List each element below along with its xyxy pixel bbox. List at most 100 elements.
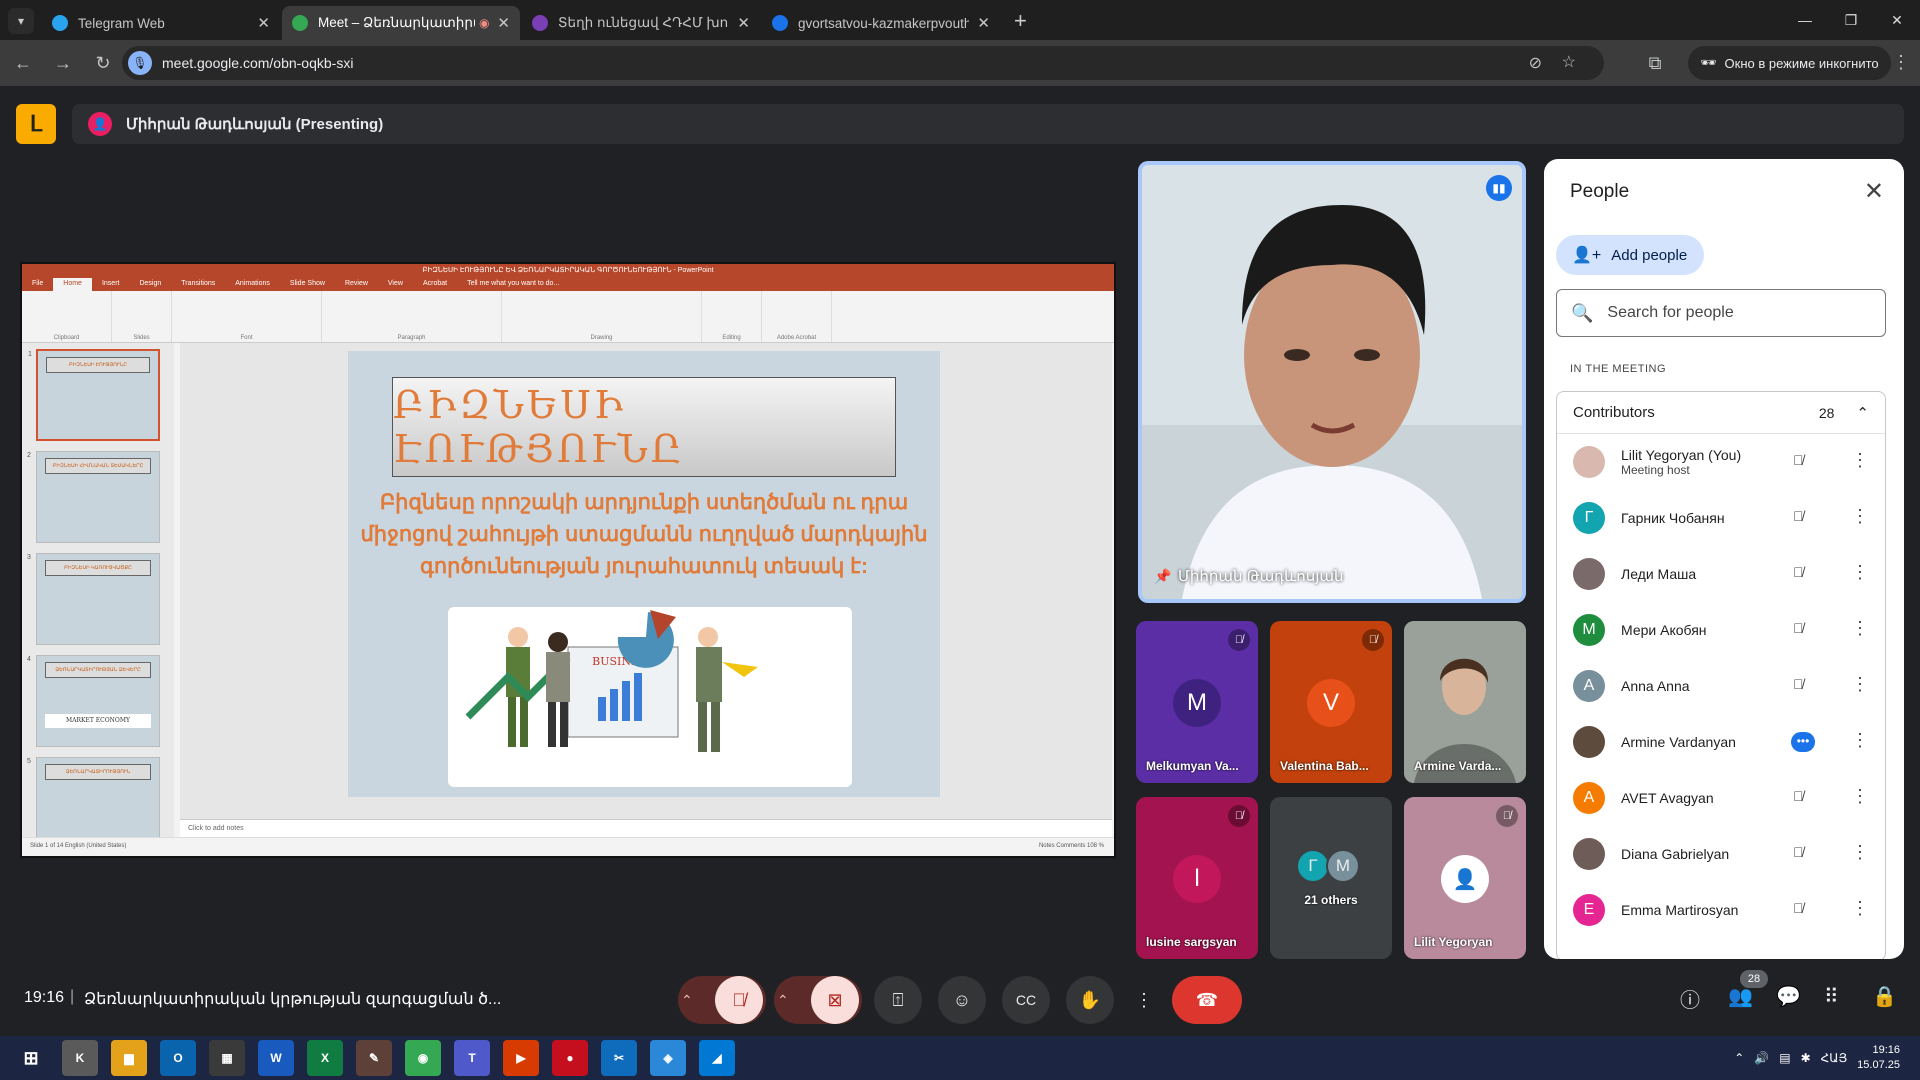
activities-icon[interactable]: ⠿ — [1824, 984, 1839, 1009]
browser-tab[interactable]: Meet – Ձեռնարկատիրակ◉ ✕ — [282, 6, 520, 40]
participant-tile[interactable]: 👤 🎙̸ Lilit Yegoryan — [1404, 797, 1526, 959]
browser-tab[interactable]: Տեղի ունեցավ ՀԴՀՄ խորհրդ ✕ — [522, 6, 760, 40]
calculator-icon[interactable]: ▦ — [209, 1040, 245, 1076]
more-options-icon[interactable]: ⋮ — [1851, 450, 1869, 471]
contributors-header[interactable]: Contributors 28 ⌃ — [1557, 392, 1885, 434]
participant-row[interactable]: A Anna Anna 🎙̸ ⋮ — [1557, 658, 1885, 714]
mic-options-chevron-icon[interactable]: ⌃ — [681, 992, 715, 1009]
forward-icon[interactable]: → — [46, 46, 80, 80]
more-options-icon[interactable]: ⋮ — [1851, 898, 1869, 919]
more-options-icon[interactable]: ⋮ — [1124, 976, 1164, 1024]
participant-tile[interactable]: M 🎙̸ Melkumyan Va... — [1136, 621, 1258, 783]
word-icon[interactable]: W — [258, 1040, 294, 1076]
more-options-icon[interactable]: ⋮ — [1851, 786, 1869, 807]
mic-off-icon[interactable]: 🎙̸ — [1793, 900, 1804, 916]
minimize-icon[interactable]: — — [1782, 0, 1828, 40]
tab-search-button[interactable]: ▾ — [8, 8, 34, 34]
close-tab-icon[interactable]: ✕ — [257, 14, 270, 32]
browser-tab[interactable]: Telegram Web ✕ — [42, 6, 280, 40]
participant-row[interactable]: Armine Vardanyan ••• ⋮ — [1557, 714, 1885, 770]
back-icon[interactable]: ← — [6, 46, 40, 80]
leave-call-icon[interactable]: ☎ — [1172, 976, 1242, 1024]
search-people-input[interactable]: 🔍 Search for people — [1556, 289, 1886, 337]
app-icon[interactable]: ◈ — [650, 1040, 686, 1076]
mic-off-icon[interactable]: 🎙̸ — [1793, 844, 1804, 860]
close-tab-icon[interactable]: ✕ — [737, 14, 750, 32]
new-tab-button[interactable]: + — [1014, 8, 1027, 34]
mic-off-icon[interactable]: 🎙̸ — [1793, 508, 1804, 524]
mic-off-icon[interactable]: 🎙̸ — [1793, 676, 1804, 692]
mic-off-icon[interactable]: 🎙̸ — [715, 976, 763, 1024]
chat-icon[interactable]: 💬 — [1776, 984, 1801, 1009]
mic-off-icon: 🎙̸ — [1362, 629, 1384, 651]
teams-icon[interactable]: T — [454, 1040, 490, 1076]
chrome-icon[interactable]: ◉ — [405, 1040, 441, 1076]
system-clock[interactable]: 19:16 15.07.25 — [1857, 1043, 1900, 1073]
app-icon[interactable]: K — [62, 1040, 98, 1076]
pin-icon[interactable]: 📌 — [1154, 568, 1171, 585]
close-window-icon[interactable]: ✕ — [1874, 0, 1920, 40]
emoji-reaction-icon[interactable]: ☺ — [938, 976, 986, 1024]
network-icon[interactable]: ▤ — [1779, 1051, 1790, 1065]
more-options-icon[interactable]: ⋮ — [1851, 506, 1869, 527]
captions-icon[interactable]: CC — [1002, 976, 1050, 1024]
mic-off-icon[interactable]: 🎙̸ — [1793, 788, 1804, 804]
reload-icon[interactable]: ↻ — [86, 46, 120, 80]
participant-row[interactable]: A AVET Avagyan 🎙̸ ⋮ — [1557, 770, 1885, 826]
participant-tile[interactable]: l 🎙̸ lusine sargsyan — [1136, 797, 1258, 959]
bookmark-star-icon[interactable]: ☆ — [1562, 52, 1576, 72]
active-speaker-tile[interactable]: ▮▮ 📌 Միհրան Թադևոսյան — [1138, 161, 1526, 603]
excel-icon[interactable]: X — [307, 1040, 343, 1076]
outlook-icon[interactable]: O — [160, 1040, 196, 1076]
add-people-button[interactable]: 👤+ Add people — [1556, 235, 1704, 275]
windows-start-icon[interactable]: ⊞ — [13, 1040, 49, 1076]
participant-row[interactable]: Lilit Yegoryan (You) Meeting host 🎙̸ ⋮ — [1557, 434, 1885, 490]
more-options-icon[interactable]: ⋮ — [1851, 618, 1869, 639]
file-explorer-icon[interactable]: ▆ — [111, 1040, 147, 1076]
anydesk-icon[interactable]: ▶ — [503, 1040, 539, 1076]
more-options-icon[interactable]: ⋮ — [1851, 674, 1869, 695]
more-options-icon[interactable]: ⋮ — [1851, 562, 1869, 583]
browser-tab[interactable]: gvortsatvou-kazmakerpvouthyu ✕ — [762, 6, 1000, 40]
more-options-icon[interactable]: ⋮ — [1851, 730, 1869, 751]
participant-tile[interactable]: Armine Varda... — [1404, 621, 1526, 783]
photos-icon[interactable]: ◢ — [699, 1040, 735, 1076]
bluetooth-icon[interactable]: ✱ — [1801, 1051, 1811, 1065]
mic-off-icon[interactable]: 🎙̸ — [1793, 620, 1804, 636]
close-tab-icon[interactable]: ✕ — [977, 14, 990, 32]
present-screen-icon[interactable]: ⍐ — [874, 976, 922, 1024]
close-tab-icon[interactable]: ✕ — [497, 14, 510, 32]
mic-site-icon[interactable]: 🎙 — [128, 51, 152, 75]
snipping-icon[interactable]: ✂ — [601, 1040, 637, 1076]
tray-chevron-icon[interactable]: ⌃ — [1734, 1051, 1744, 1065]
participant-tile[interactable]: Г M 21 others — [1270, 797, 1392, 959]
mic-off-icon[interactable]: 🎙̸ — [1793, 564, 1804, 580]
browser-menu-icon[interactable]: ⋮ — [1892, 52, 1910, 73]
address-bar[interactable]: 🎙 meet.google.com/obn-oqkb-sxi ⊘ ☆ — [122, 46, 1604, 80]
host-controls-icon[interactable]: 🔒 — [1872, 984, 1897, 1009]
incognito-badge[interactable]: 🕶 Окно в режиме инкогнито — [1688, 46, 1891, 80]
participant-tile[interactable]: V 🎙̸ Valentina Bab... — [1270, 621, 1392, 783]
participant-row[interactable]: Diana Gabrielyan 🎙̸ ⋮ — [1557, 826, 1885, 882]
raise-hand-icon[interactable]: ✋ — [1066, 976, 1114, 1024]
speaker-icon[interactable]: 🔊 — [1754, 1051, 1769, 1065]
camera-options-chevron-icon[interactable]: ⌃ — [777, 992, 811, 1009]
camera-off-icon[interactable]: ⊠ — [811, 976, 859, 1024]
restore-icon[interactable]: ❐ — [1828, 0, 1874, 40]
lang-label[interactable]: ՀԱՅ — [1821, 1051, 1848, 1065]
meeting-info-icon[interactable]: ⓘ — [1680, 984, 1700, 1013]
participant-row[interactable]: Г Гарник Чобанян 🎙̸ ⋮ — [1557, 490, 1885, 546]
eye-off-icon[interactable]: ⊘ — [1529, 53, 1542, 73]
record-icon[interactable]: ● — [552, 1040, 588, 1076]
more-options-icon[interactable]: ⋮ — [1851, 842, 1869, 863]
paint-icon[interactable]: ✎ — [356, 1040, 392, 1076]
participant-avatar — [1573, 838, 1605, 870]
extensions-icon[interactable]: ⧉ — [1638, 46, 1672, 80]
participant-row[interactable]: E Emma Martirosyan 🎙̸ ⋮ — [1557, 882, 1885, 938]
participant-row[interactable]: M Мери Акобян 🎙̸ ⋮ — [1557, 602, 1885, 658]
close-panel-icon[interactable]: ✕ — [1864, 177, 1884, 206]
participant-row[interactable]: Леди Маша 🎙̸ ⋮ — [1557, 546, 1885, 602]
url-text[interactable]: meet.google.com/obn-oqkb-sxi — [162, 55, 353, 71]
mic-off-icon[interactable]: 🎙̸ — [1793, 452, 1804, 468]
chevron-up-icon[interactable]: ⌃ — [1856, 404, 1869, 422]
